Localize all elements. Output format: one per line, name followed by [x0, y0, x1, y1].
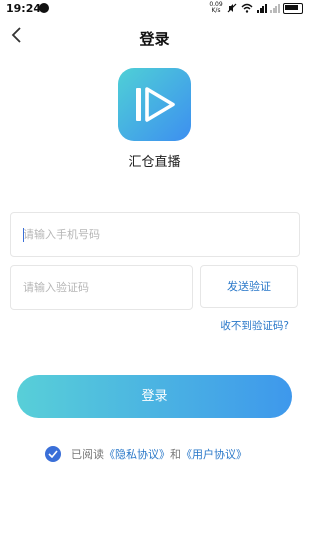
page-title: 登录 — [139, 30, 170, 48]
phone-field[interactable] — [10, 212, 300, 257]
status-indicators: 0.09 K/s — [209, 2, 303, 14]
network-speed: 0.09 K/s — [209, 1, 223, 14]
play-icon — [136, 87, 175, 122]
wifi-icon — [241, 3, 253, 13]
app-name: 汇仓直播 — [128, 155, 181, 170]
code-field[interactable] — [10, 265, 193, 310]
privacy-link[interactable]: 《隐私协议》 — [104, 446, 170, 462]
phone-input[interactable] — [11, 213, 299, 256]
text-cursor — [23, 228, 24, 242]
status-bar: 19:24 0.09 K/s — [0, 0, 309, 18]
battery-icon — [283, 2, 303, 14]
user-agreement-link[interactable]: 《用户协议》 — [181, 446, 247, 462]
code-input[interactable] — [11, 266, 192, 309]
agreement-row: 已阅读 《隐私协议》 和 《用户协议》 — [45, 446, 247, 462]
notification-icon — [39, 3, 49, 13]
no-code-link[interactable]: 收不到验证码? — [220, 318, 289, 333]
signal-icon — [257, 3, 267, 13]
signal-secondary-icon — [270, 3, 280, 13]
checkbox-checked-icon[interactable] — [45, 446, 61, 462]
status-time: 19:24 — [6, 2, 42, 15]
agreement-and: 和 — [170, 448, 181, 461]
mute-icon — [227, 3, 237, 13]
app-logo — [118, 68, 191, 141]
agreement-prefix: 已阅读 — [71, 448, 104, 461]
send-code-button[interactable]: 发送验证 — [200, 265, 298, 308]
login-button[interactable]: 登录 — [17, 375, 292, 418]
